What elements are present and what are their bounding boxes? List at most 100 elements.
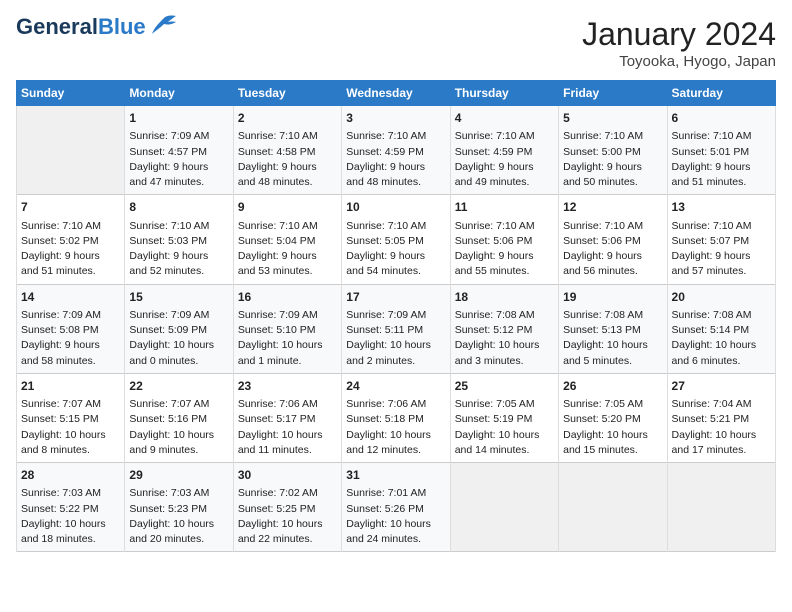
day-info: Sunrise: 7:05 AM	[563, 397, 662, 412]
day-info: Daylight: 9 hours	[238, 160, 337, 175]
day-number: 30	[238, 467, 337, 484]
day-number: 26	[563, 378, 662, 395]
day-info: Sunset: 5:07 PM	[672, 234, 771, 249]
day-info: and 58 minutes.	[21, 354, 120, 369]
day-info: Daylight: 9 hours	[129, 249, 228, 264]
calendar-week-row: 14Sunrise: 7:09 AMSunset: 5:08 PMDayligh…	[17, 284, 776, 373]
day-info: and 57 minutes.	[672, 264, 771, 279]
day-number: 24	[346, 378, 445, 395]
day-info: Sunset: 5:16 PM	[129, 412, 228, 427]
day-info: Sunset: 5:08 PM	[21, 323, 120, 338]
day-number: 3	[346, 110, 445, 127]
day-info: and 51 minutes.	[21, 264, 120, 279]
calendar-cell	[559, 463, 667, 552]
day-info: Sunrise: 7:10 AM	[238, 129, 337, 144]
day-number: 21	[21, 378, 120, 395]
calendar-cell: 4Sunrise: 7:10 AMSunset: 4:59 PMDaylight…	[450, 106, 558, 195]
day-number: 18	[455, 289, 554, 306]
day-info: Daylight: 10 hours	[21, 517, 120, 532]
day-info: Sunset: 5:25 PM	[238, 502, 337, 517]
column-header-tuesday: Tuesday	[233, 81, 341, 106]
day-info: Sunrise: 7:10 AM	[238, 219, 337, 234]
day-info: Sunrise: 7:10 AM	[346, 129, 445, 144]
day-info: Daylight: 10 hours	[21, 428, 120, 443]
day-info: Daylight: 10 hours	[563, 338, 662, 353]
day-info: Daylight: 9 hours	[672, 160, 771, 175]
column-header-friday: Friday	[559, 81, 667, 106]
calendar-cell	[17, 106, 125, 195]
calendar-cell: 19Sunrise: 7:08 AMSunset: 5:13 PMDayligh…	[559, 284, 667, 373]
day-info: and 18 minutes.	[21, 532, 120, 547]
day-info: Sunrise: 7:10 AM	[672, 129, 771, 144]
calendar-week-row: 7Sunrise: 7:10 AMSunset: 5:02 PMDaylight…	[17, 195, 776, 284]
day-info: Sunset: 5:15 PM	[21, 412, 120, 427]
day-info: and 47 minutes.	[129, 175, 228, 190]
calendar-cell: 1Sunrise: 7:09 AMSunset: 4:57 PMDaylight…	[125, 106, 233, 195]
calendar-cell: 5Sunrise: 7:10 AMSunset: 5:00 PMDaylight…	[559, 106, 667, 195]
calendar-subtitle: Toyooka, Hyogo, Japan	[582, 53, 776, 70]
day-info: and 51 minutes.	[672, 175, 771, 190]
day-info: Daylight: 10 hours	[346, 428, 445, 443]
day-info: Sunrise: 7:06 AM	[346, 397, 445, 412]
day-info: and 48 minutes.	[238, 175, 337, 190]
day-info: Sunset: 5:13 PM	[563, 323, 662, 338]
day-info: and 14 minutes.	[455, 443, 554, 458]
day-info: and 54 minutes.	[346, 264, 445, 279]
day-info: Sunrise: 7:08 AM	[563, 308, 662, 323]
day-info: Sunrise: 7:05 AM	[455, 397, 554, 412]
day-info: Sunset: 5:20 PM	[563, 412, 662, 427]
day-info: Daylight: 9 hours	[21, 249, 120, 264]
day-info: Sunset: 5:21 PM	[672, 412, 771, 427]
column-header-monday: Monday	[125, 81, 233, 106]
day-number: 17	[346, 289, 445, 306]
calendar-cell: 10Sunrise: 7:10 AMSunset: 5:05 PMDayligh…	[342, 195, 450, 284]
day-info: and 56 minutes.	[563, 264, 662, 279]
day-info: Sunrise: 7:10 AM	[346, 219, 445, 234]
day-info: and 2 minutes.	[346, 354, 445, 369]
day-info: Sunset: 5:17 PM	[238, 412, 337, 427]
day-info: and 24 minutes.	[346, 532, 445, 547]
day-info: Sunrise: 7:08 AM	[672, 308, 771, 323]
calendar-cell: 20Sunrise: 7:08 AMSunset: 5:14 PMDayligh…	[667, 284, 775, 373]
day-number: 23	[238, 378, 337, 395]
day-info: and 3 minutes.	[455, 354, 554, 369]
day-info: and 22 minutes.	[238, 532, 337, 547]
calendar-cell: 26Sunrise: 7:05 AMSunset: 5:20 PMDayligh…	[559, 373, 667, 462]
calendar-cell: 18Sunrise: 7:08 AMSunset: 5:12 PMDayligh…	[450, 284, 558, 373]
day-number: 8	[129, 199, 228, 216]
day-info: Sunset: 5:01 PM	[672, 145, 771, 160]
day-info: Daylight: 10 hours	[346, 517, 445, 532]
logo-bird-icon	[150, 14, 178, 36]
day-info: Sunrise: 7:06 AM	[238, 397, 337, 412]
day-info: Daylight: 10 hours	[672, 428, 771, 443]
day-info: Sunset: 5:12 PM	[455, 323, 554, 338]
day-info: and 0 minutes.	[129, 354, 228, 369]
day-info: Sunrise: 7:07 AM	[21, 397, 120, 412]
calendar-cell: 24Sunrise: 7:06 AMSunset: 5:18 PMDayligh…	[342, 373, 450, 462]
day-info: Sunrise: 7:10 AM	[455, 219, 554, 234]
calendar-cell	[667, 463, 775, 552]
calendar-cell: 9Sunrise: 7:10 AMSunset: 5:04 PMDaylight…	[233, 195, 341, 284]
day-info: Daylight: 9 hours	[455, 249, 554, 264]
calendar-body: 1Sunrise: 7:09 AMSunset: 4:57 PMDaylight…	[17, 106, 776, 552]
day-info: Daylight: 10 hours	[455, 428, 554, 443]
day-info: Daylight: 9 hours	[563, 160, 662, 175]
day-info: Sunrise: 7:09 AM	[21, 308, 120, 323]
day-info: Daylight: 10 hours	[238, 428, 337, 443]
day-info: Sunset: 5:26 PM	[346, 502, 445, 517]
day-info: and 50 minutes.	[563, 175, 662, 190]
calendar-week-row: 28Sunrise: 7:03 AMSunset: 5:22 PMDayligh…	[17, 463, 776, 552]
day-number: 12	[563, 199, 662, 216]
day-info: Daylight: 9 hours	[563, 249, 662, 264]
day-number: 20	[672, 289, 771, 306]
day-info: Sunrise: 7:09 AM	[129, 129, 228, 144]
day-info: Sunset: 5:06 PM	[455, 234, 554, 249]
day-info: Sunset: 5:11 PM	[346, 323, 445, 338]
day-info: Daylight: 10 hours	[129, 517, 228, 532]
day-number: 7	[21, 199, 120, 216]
calendar-title: January 2024	[582, 16, 776, 53]
day-info: Sunrise: 7:07 AM	[129, 397, 228, 412]
day-info: Sunset: 5:10 PM	[238, 323, 337, 338]
day-info: Sunset: 4:59 PM	[455, 145, 554, 160]
day-number: 5	[563, 110, 662, 127]
